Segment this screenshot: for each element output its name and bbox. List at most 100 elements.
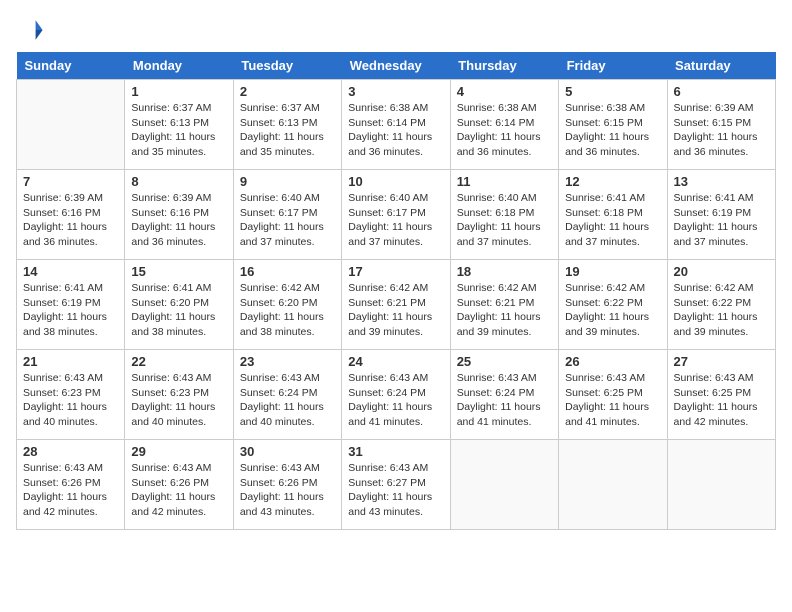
day-header-saturday: Saturday bbox=[667, 52, 775, 80]
day-number: 6 bbox=[674, 84, 769, 99]
day-header-monday: Monday bbox=[125, 52, 233, 80]
calendar-cell: 14 Sunrise: 6:41 AM Sunset: 6:19 PM Dayli… bbox=[17, 260, 125, 350]
calendar-cell: 17 Sunrise: 6:42 AM Sunset: 6:21 PM Dayli… bbox=[342, 260, 450, 350]
day-header-tuesday: Tuesday bbox=[233, 52, 341, 80]
calendar-cell: 21 Sunrise: 6:43 AM Sunset: 6:23 PM Dayli… bbox=[17, 350, 125, 440]
day-info: Sunrise: 6:38 AM Sunset: 6:14 PM Dayligh… bbox=[457, 101, 552, 160]
calendar-cell: 25 Sunrise: 6:43 AM Sunset: 6:24 PM Dayli… bbox=[450, 350, 558, 440]
day-info: Sunrise: 6:41 AM Sunset: 6:19 PM Dayligh… bbox=[674, 191, 769, 250]
calendar-cell: 29 Sunrise: 6:43 AM Sunset: 6:26 PM Dayli… bbox=[125, 440, 233, 530]
calendar-cell: 13 Sunrise: 6:41 AM Sunset: 6:19 PM Dayli… bbox=[667, 170, 775, 260]
day-info: Sunrise: 6:37 AM Sunset: 6:13 PM Dayligh… bbox=[131, 101, 226, 160]
day-info: Sunrise: 6:43 AM Sunset: 6:24 PM Dayligh… bbox=[240, 371, 335, 430]
calendar-cell: 10 Sunrise: 6:40 AM Sunset: 6:17 PM Dayli… bbox=[342, 170, 450, 260]
day-number: 30 bbox=[240, 444, 335, 459]
calendar-cell: 23 Sunrise: 6:43 AM Sunset: 6:24 PM Dayli… bbox=[233, 350, 341, 440]
calendar-body: 1 Sunrise: 6:37 AM Sunset: 6:13 PM Daylig… bbox=[17, 80, 776, 530]
calendar-cell: 2Sunrise: 6:37 AM Sunset: 6:13 PM Daylig… bbox=[233, 80, 341, 170]
calendar-cell: 27 Sunrise: 6:43 AM Sunset: 6:25 PM Dayli… bbox=[667, 350, 775, 440]
calendar-cell: 18Sunrise: 6:42 AM Sunset: 6:21 PM Dayli… bbox=[450, 260, 558, 350]
day-info: Sunrise: 6:43 AM Sunset: 6:25 PM Dayligh… bbox=[674, 371, 769, 430]
calendar-cell: 15Sunrise: 6:41 AM Sunset: 6:20 PM Dayli… bbox=[125, 260, 233, 350]
calendar-cell: 9 Sunrise: 6:40 AM Sunset: 6:17 PM Daylig… bbox=[233, 170, 341, 260]
day-number: 5 bbox=[565, 84, 660, 99]
day-number: 21 bbox=[23, 354, 118, 369]
day-info: Sunrise: 6:43 AM Sunset: 6:25 PM Dayligh… bbox=[565, 371, 660, 430]
calendar-header: SundayMondayTuesdayWednesdayThursdayFrid… bbox=[17, 52, 776, 80]
calendar-cell: 26 Sunrise: 6:43 AM Sunset: 6:25 PM Dayli… bbox=[559, 350, 667, 440]
calendar-cell bbox=[450, 440, 558, 530]
calendar-cell: 5 Sunrise: 6:38 AM Sunset: 6:15 PM Daylig… bbox=[559, 80, 667, 170]
calendar-cell bbox=[559, 440, 667, 530]
calendar-cell: 1 Sunrise: 6:37 AM Sunset: 6:13 PM Daylig… bbox=[125, 80, 233, 170]
day-info: Sunrise: 6:43 AM Sunset: 6:26 PM Dayligh… bbox=[23, 461, 118, 520]
logo-icon bbox=[16, 16, 44, 44]
logo bbox=[16, 16, 48, 44]
day-info: Sunrise: 6:41 AM Sunset: 6:20 PM Dayligh… bbox=[131, 281, 226, 340]
day-info: Sunrise: 6:39 AM Sunset: 6:16 PM Dayligh… bbox=[23, 191, 118, 250]
day-info: Sunrise: 6:40 AM Sunset: 6:17 PM Dayligh… bbox=[240, 191, 335, 250]
day-number: 27 bbox=[674, 354, 769, 369]
day-number: 19 bbox=[565, 264, 660, 279]
day-info: Sunrise: 6:43 AM Sunset: 6:26 PM Dayligh… bbox=[131, 461, 226, 520]
day-info: Sunrise: 6:43 AM Sunset: 6:24 PM Dayligh… bbox=[348, 371, 443, 430]
day-info: Sunrise: 6:39 AM Sunset: 6:15 PM Dayligh… bbox=[674, 101, 769, 160]
calendar-cell bbox=[17, 80, 125, 170]
day-info: Sunrise: 6:43 AM Sunset: 6:24 PM Dayligh… bbox=[457, 371, 552, 430]
day-number: 1 bbox=[131, 84, 226, 99]
calendar-cell: 20 Sunrise: 6:42 AM Sunset: 6:22 PM Dayli… bbox=[667, 260, 775, 350]
day-info: Sunrise: 6:40 AM Sunset: 6:17 PM Dayligh… bbox=[348, 191, 443, 250]
day-info: Sunrise: 6:43 AM Sunset: 6:23 PM Dayligh… bbox=[23, 371, 118, 430]
day-info: Sunrise: 6:42 AM Sunset: 6:22 PM Dayligh… bbox=[674, 281, 769, 340]
calendar-table: SundayMondayTuesdayWednesdayThursdayFrid… bbox=[16, 52, 776, 530]
day-info: Sunrise: 6:38 AM Sunset: 6:14 PM Dayligh… bbox=[348, 101, 443, 160]
day-number: 10 bbox=[348, 174, 443, 189]
day-info: Sunrise: 6:41 AM Sunset: 6:18 PM Dayligh… bbox=[565, 191, 660, 250]
calendar-week-row: 1 Sunrise: 6:37 AM Sunset: 6:13 PM Daylig… bbox=[17, 80, 776, 170]
day-number: 29 bbox=[131, 444, 226, 459]
day-number: 3 bbox=[348, 84, 443, 99]
day-info: Sunrise: 6:42 AM Sunset: 6:22 PM Dayligh… bbox=[565, 281, 660, 340]
day-info: Sunrise: 6:42 AM Sunset: 6:20 PM Dayligh… bbox=[240, 281, 335, 340]
day-number: 2 bbox=[240, 84, 335, 99]
day-number: 13 bbox=[674, 174, 769, 189]
calendar-cell: 16 Sunrise: 6:42 AM Sunset: 6:20 PM Dayli… bbox=[233, 260, 341, 350]
day-info: Sunrise: 6:40 AM Sunset: 6:18 PM Dayligh… bbox=[457, 191, 552, 250]
calendar-week-row: 7 Sunrise: 6:39 AM Sunset: 6:16 PM Daylig… bbox=[17, 170, 776, 260]
day-header-wednesday: Wednesday bbox=[342, 52, 450, 80]
day-number: 7 bbox=[23, 174, 118, 189]
calendar-week-row: 28 Sunrise: 6:43 AM Sunset: 6:26 PM Dayli… bbox=[17, 440, 776, 530]
day-number: 11 bbox=[457, 174, 552, 189]
calendar-cell: 19 Sunrise: 6:42 AM Sunset: 6:22 PM Dayli… bbox=[559, 260, 667, 350]
calendar-cell: 24 Sunrise: 6:43 AM Sunset: 6:24 PM Dayli… bbox=[342, 350, 450, 440]
day-info: Sunrise: 6:38 AM Sunset: 6:15 PM Dayligh… bbox=[565, 101, 660, 160]
day-number: 17 bbox=[348, 264, 443, 279]
day-info: Sunrise: 6:43 AM Sunset: 6:26 PM Dayligh… bbox=[240, 461, 335, 520]
calendar-cell: 22Sunrise: 6:43 AM Sunset: 6:23 PM Dayli… bbox=[125, 350, 233, 440]
calendar-cell: 28 Sunrise: 6:43 AM Sunset: 6:26 PM Dayli… bbox=[17, 440, 125, 530]
day-header-sunday: Sunday bbox=[17, 52, 125, 80]
day-info: Sunrise: 6:41 AM Sunset: 6:19 PM Dayligh… bbox=[23, 281, 118, 340]
day-number: 12 bbox=[565, 174, 660, 189]
day-number: 24 bbox=[348, 354, 443, 369]
day-info: Sunrise: 6:39 AM Sunset: 6:16 PM Dayligh… bbox=[131, 191, 226, 250]
day-number: 20 bbox=[674, 264, 769, 279]
day-number: 16 bbox=[240, 264, 335, 279]
day-info: Sunrise: 6:42 AM Sunset: 6:21 PM Dayligh… bbox=[348, 281, 443, 340]
day-number: 28 bbox=[23, 444, 118, 459]
day-number: 14 bbox=[23, 264, 118, 279]
day-number: 26 bbox=[565, 354, 660, 369]
day-info: Sunrise: 6:43 AM Sunset: 6:23 PM Dayligh… bbox=[131, 371, 226, 430]
calendar-cell: 11 Sunrise: 6:40 AM Sunset: 6:18 PM Dayli… bbox=[450, 170, 558, 260]
calendar-cell: 4Sunrise: 6:38 AM Sunset: 6:14 PM Daylig… bbox=[450, 80, 558, 170]
day-number: 25 bbox=[457, 354, 552, 369]
day-info: Sunrise: 6:42 AM Sunset: 6:21 PM Dayligh… bbox=[457, 281, 552, 340]
day-number: 31 bbox=[348, 444, 443, 459]
day-number: 23 bbox=[240, 354, 335, 369]
day-header-friday: Friday bbox=[559, 52, 667, 80]
day-number: 9 bbox=[240, 174, 335, 189]
calendar-cell: 31Sunrise: 6:43 AM Sunset: 6:27 PM Dayli… bbox=[342, 440, 450, 530]
calendar-week-row: 14 Sunrise: 6:41 AM Sunset: 6:19 PM Dayli… bbox=[17, 260, 776, 350]
calendar-week-row: 21 Sunrise: 6:43 AM Sunset: 6:23 PM Dayli… bbox=[17, 350, 776, 440]
calendar-cell: 8Sunrise: 6:39 AM Sunset: 6:16 PM Daylig… bbox=[125, 170, 233, 260]
